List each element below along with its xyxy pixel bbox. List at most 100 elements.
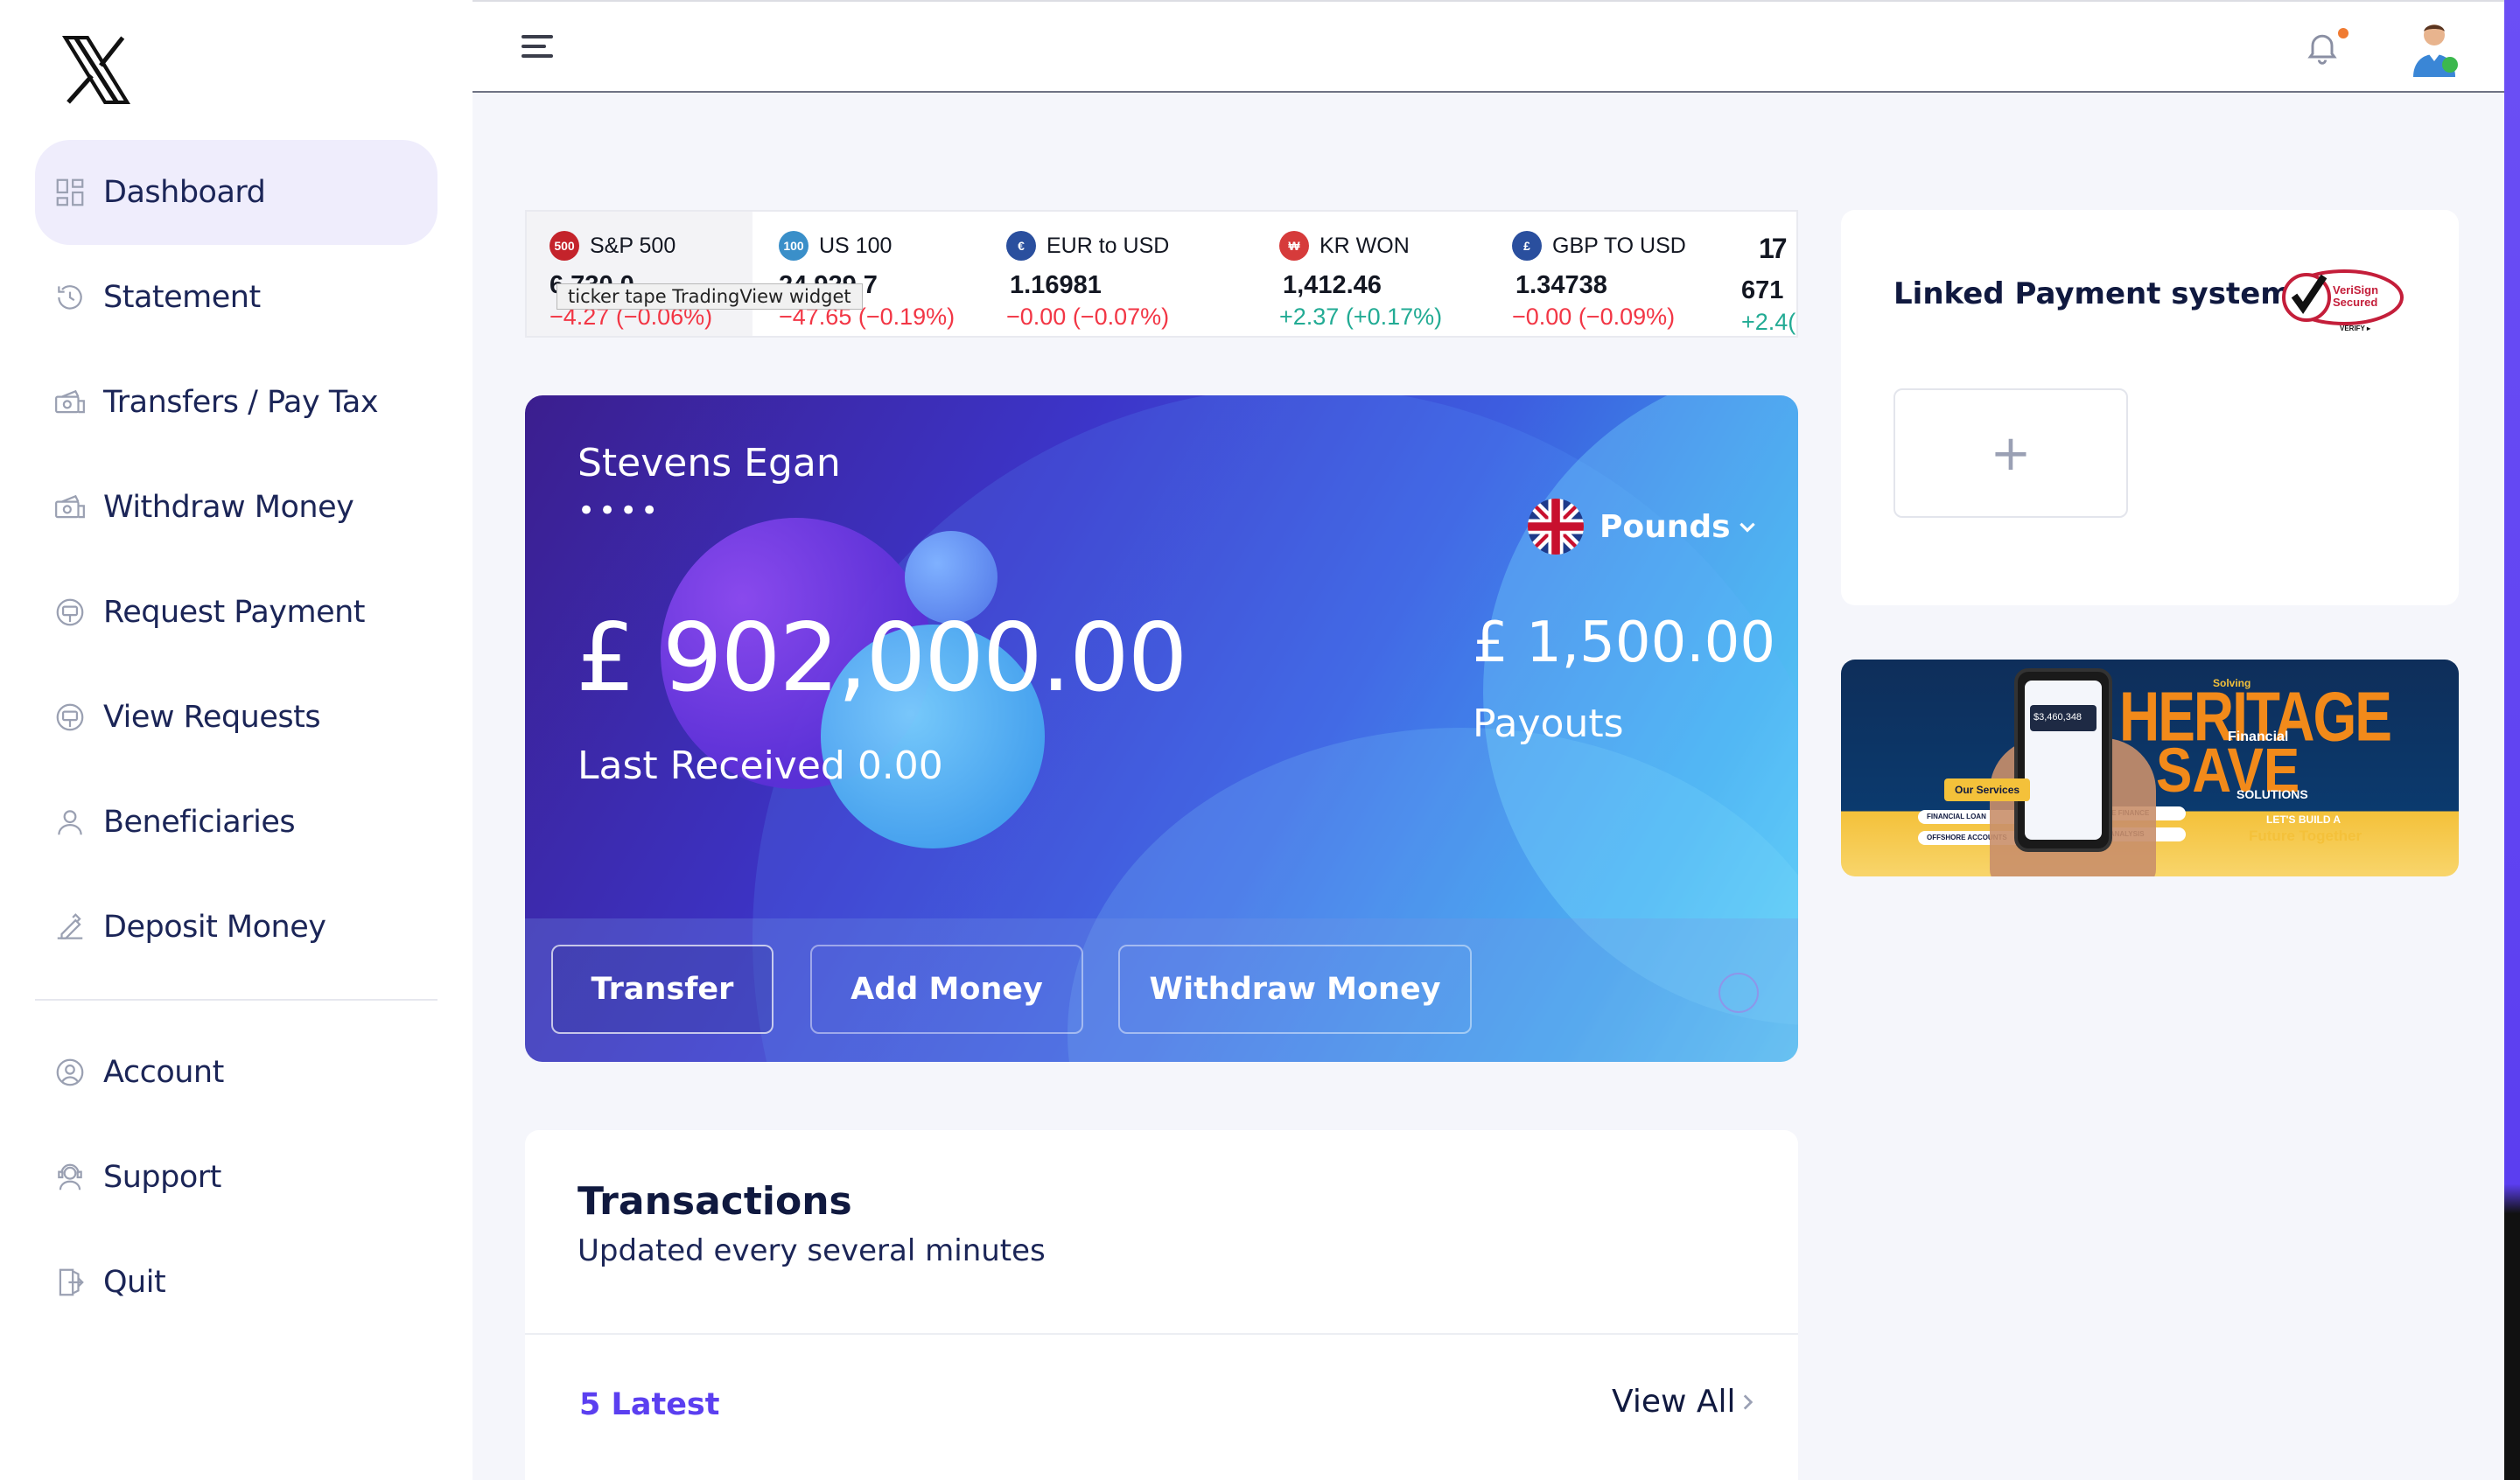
ticker-name: EUR to USD <box>1046 233 1170 258</box>
ticker-item-krwon[interactable]: ₩ KR WON 1,412.46 +2.37 (+0.17%) <box>1262 212 1491 336</box>
latest-count-label: 5 Latest <box>579 1387 720 1422</box>
sidebar-item-label: Beneficiaries <box>103 805 296 840</box>
sidebar-item-label: Deposit Money <box>103 910 326 945</box>
svg-text:VERIFY ▸: VERIFY ▸ <box>2340 325 2371 332</box>
sidebar-item-support[interactable]: Support <box>35 1125 438 1230</box>
transactions-title: Transactions <box>578 1179 852 1224</box>
ticker-change: +2.37 (+0.17%) <box>1279 304 1443 330</box>
sidebar-item-label: Withdraw Money <box>103 490 354 525</box>
deposit-icon <box>52 910 88 945</box>
ticker-name: KR WON <box>1320 233 1410 258</box>
sidebar-item-beneficiaries[interactable]: Beneficiaries <box>35 770 438 875</box>
hamburger-menu-icon[interactable] <box>522 35 553 61</box>
payout-label: Payouts <box>1473 702 1624 746</box>
cash-transfer-icon <box>52 385 88 420</box>
sidebar-item-withdraw[interactable]: Withdraw Money <box>35 455 438 560</box>
sidebar-item-label: Dashboard <box>103 175 266 210</box>
sidebar-divider <box>35 999 438 1001</box>
eur-usd-flag-icon: € <box>1006 231 1036 261</box>
view-all-label: View All <box>1612 1384 1736 1420</box>
sidebar-item-account[interactable]: Account <box>35 1020 438 1125</box>
ticker-item-eurusd[interactable]: € EUR to USD 1.16981 −0.00 (−0.07%) <box>994 212 1262 336</box>
sidebar-item-label: Transfers / Pay Tax <box>103 385 379 420</box>
card-actions: Transfer Add Money Withdraw Money <box>525 918 1798 1062</box>
banner-future: Future Together <box>2249 827 2362 844</box>
sidebar-item-request-payment[interactable]: Request Payment <box>35 560 438 665</box>
sidebar-item-transfers[interactable]: Transfers / Pay Tax <box>35 350 438 455</box>
ticker-value: 671 <box>1741 276 1784 304</box>
uk-flag-icon <box>1528 499 1584 555</box>
sidebar-item-label: Quit <box>103 1265 166 1300</box>
ticker-value: 1.16981 <box>1010 271 1102 299</box>
withdraw-money-button[interactable]: Withdraw Money <box>1118 945 1472 1034</box>
svg-text:Secured: Secured <box>2333 296 2377 309</box>
dashboard-icon <box>52 175 88 210</box>
phone-screen: $3,460,348 <box>2025 681 2102 840</box>
sidebar-nav: Dashboard Statement Transfers / Pay Tax … <box>35 140 438 1335</box>
transactions-subtitle: Updated every several minutes <box>578 1233 1046 1268</box>
history-icon <box>52 280 88 315</box>
ticker-tape[interactable]: 500 S&P 500 6,730.0 −4.27 (−0.06%) 100 U… <box>525 210 1798 338</box>
banner-solutions: SOLUTIONS <box>2236 787 2308 801</box>
ticker-item-next[interactable]: 671 +2.4( <box>1741 212 1796 336</box>
last-received: Last Received 0.00 <box>578 743 943 788</box>
money-request-icon <box>52 595 88 630</box>
ticker-name: GBP TO USD <box>1552 233 1686 258</box>
svg-text:VeriSign: VeriSign <box>2333 283 2378 297</box>
ticker-change: −0.00 (−0.07%) <box>1006 304 1170 330</box>
ticker-item-gbpusd[interactable]: £ GBP TO USD 1.34738 −0.00 (−0.09%) <box>1491 212 1741 336</box>
balance-card: Stevens Egan •••• £ 902,000.00 Last Rece… <box>525 395 1798 1062</box>
chevron-right-icon <box>1743 1393 1753 1410</box>
user-avatar[interactable] <box>2408 19 2460 77</box>
sidebar-item-dashboard[interactable]: Dashboard <box>35 140 438 245</box>
ticker-value: 1,412.46 <box>1283 271 1382 299</box>
scrollbar-edge <box>2504 0 2520 1480</box>
linked-payment-title: Linked Payment system <box>1894 276 2292 311</box>
money-view-icon <box>52 700 88 735</box>
gbp-usd-flag-icon: £ <box>1512 231 1542 261</box>
sidebar-item-view-requests[interactable]: View Requests <box>35 665 438 770</box>
account-balance: £ 902,000.00 <box>576 604 1187 713</box>
currency-label: Pounds <box>1600 508 1731 545</box>
account-holder-name: Stevens Egan <box>578 441 841 485</box>
more-options-icon[interactable] <box>1718 973 1759 1013</box>
sidebar-item-label: Account <box>103 1055 224 1090</box>
add-payment-method-button[interactable]: + <box>1894 388 2128 518</box>
ticker-item-us100[interactable]: 100 US 100 24,929.7 −47.65 (−0.19%) <box>752 212 994 336</box>
promo-banner[interactable]: FINANCIAL LOAN OFFSHORE ACCOUNTS CORPORA… <box>1841 660 2459 876</box>
chevron-down-icon <box>1739 522 1755 533</box>
sidebar-item-deposit[interactable]: Deposit Money <box>35 875 438 980</box>
ticker-item-sp500[interactable]: 500 S&P 500 6,730.0 −4.27 (−0.06%) <box>527 212 752 336</box>
sp500-badge-icon: 500 <box>550 231 579 261</box>
transactions-divider <box>525 1333 1798 1335</box>
krw-flag-icon: ₩ <box>1279 231 1309 261</box>
masked-account-number: •••• <box>578 493 662 528</box>
transfer-button[interactable]: Transfer <box>551 945 774 1034</box>
add-money-button[interactable]: Add Money <box>810 945 1083 1034</box>
view-all-link[interactable]: View All <box>1612 1384 1759 1420</box>
phone-mockup: $3,460,348 <box>2014 668 2112 852</box>
phone-balance: $3,460,348 <box>2030 705 2096 731</box>
banner-services-label: Our Services <box>1944 778 2031 801</box>
currency-selector[interactable]: Pounds <box>1528 499 1759 555</box>
sidebar-item-quit[interactable]: Quit <box>35 1230 438 1335</box>
bell-icon[interactable] <box>2303 28 2342 66</box>
sidebar-item-label: Support <box>103 1160 221 1195</box>
sidebar-item-label: Request Payment <box>103 595 366 630</box>
verisign-secured-badge: VeriSign Secured VERIFY ▸ <box>2282 269 2404 332</box>
ticker-name: S&P 500 <box>590 233 676 258</box>
sidebar: Dashboard Statement Transfers / Pay Tax … <box>0 0 472 1480</box>
sidebar-item-statement[interactable]: Statement <box>35 245 438 350</box>
banner-lets-build: LET'S BUILD A <box>2266 813 2342 826</box>
ticker-tooltip: ticker tape TradingView widget <box>556 283 863 310</box>
x-logo-icon[interactable] <box>60 33 133 107</box>
ticker-value: 1.34738 <box>1516 271 1607 299</box>
tradingview-logo-icon[interactable]: 17 <box>1759 233 1788 265</box>
transactions-panel: Transactions Updated every several minut… <box>525 1130 1798 1480</box>
ticker-name: US 100 <box>819 233 892 258</box>
sidebar-item-label: Statement <box>103 280 261 315</box>
us100-badge-icon: 100 <box>779 231 808 261</box>
support-agent-icon <box>52 1160 88 1195</box>
logout-icon <box>52 1265 88 1300</box>
ticker-change: −0.00 (−0.09%) <box>1512 304 1676 330</box>
